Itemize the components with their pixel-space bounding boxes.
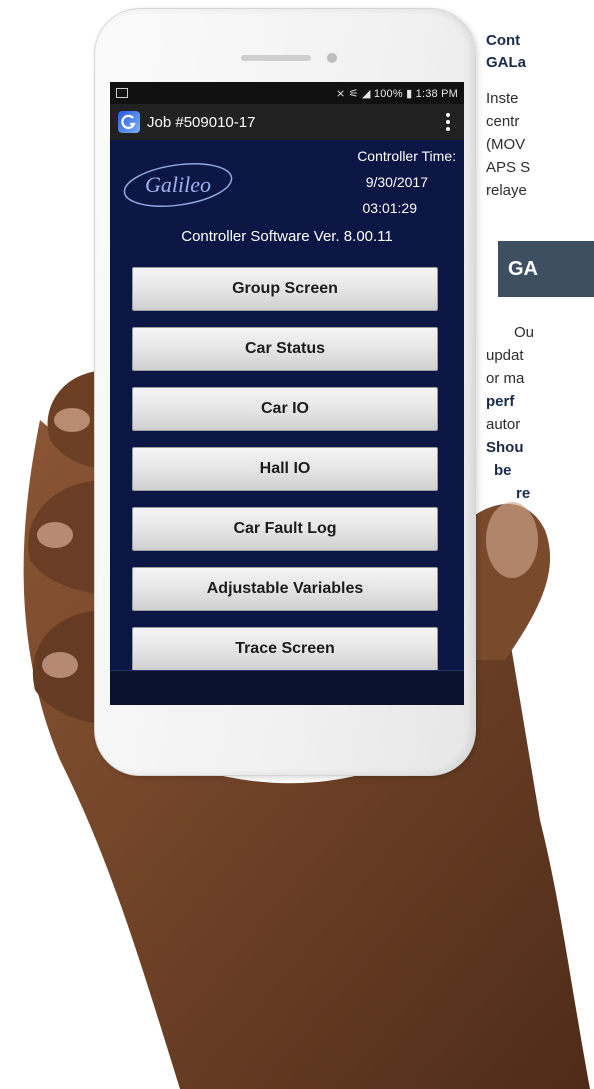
main-menu: Group Screen Car Status Car IO Hall IO C… <box>132 267 438 687</box>
software-version: Controller Software Ver. 8.00.11 <box>181 228 393 245</box>
group-screen-button[interactable]: Group Screen <box>132 267 438 311</box>
earpiece-speaker <box>241 55 311 61</box>
status-indicators: ⨯ ⚟ ◢ 100% ▮ 1:38 PM <box>336 87 458 100</box>
controller-clock: 03:01:29 <box>362 200 418 216</box>
status-bar: ⨯ ⚟ ◢ 100% ▮ 1:38 PM <box>110 82 464 104</box>
side-line: Shou <box>486 439 524 456</box>
car-fault-log-button[interactable]: Car Fault Log <box>132 507 438 551</box>
controller-date: 9/30/2017 <box>365 174 428 190</box>
side-line: GALa <box>486 54 527 71</box>
notification-icon <box>116 88 128 98</box>
phone-screen: ⨯ ⚟ ◢ 100% ▮ 1:38 PM Job #509010-17 Gali… <box>110 82 464 705</box>
galileo-logo-text: Galileo <box>145 172 211 197</box>
side-line: or ma <box>486 370 525 387</box>
trace-screen-button[interactable]: Trace Screen <box>132 627 438 671</box>
action-bar: Job #509010-17 <box>110 104 464 140</box>
side-line: re <box>516 485 531 502</box>
side-line: Cont <box>486 32 521 49</box>
side-line: Ou <box>514 324 535 341</box>
galileo-logo: Galileo <box>123 163 233 207</box>
side-line: be <box>494 462 512 479</box>
side-line: autor <box>486 416 521 433</box>
job-title: Job #509010-17 <box>147 113 256 131</box>
screen-bottom-bar <box>110 670 464 705</box>
side-line: APS S <box>486 159 531 176</box>
overflow-menu-icon[interactable] <box>440 109 456 135</box>
side-line: perf <box>486 393 515 410</box>
car-io-button[interactable]: Car IO <box>132 387 438 431</box>
front-camera <box>327 53 337 63</box>
side-line: centr <box>486 113 520 130</box>
side-line: Inste <box>486 90 519 107</box>
side-line: (MOV <box>486 136 526 153</box>
side-line: updat <box>486 347 524 364</box>
car-status-button[interactable]: Car Status <box>132 327 438 371</box>
adjustable-variables-button[interactable]: Adjustable Variables <box>132 567 438 611</box>
controller-time-label: Controller Time: <box>357 148 456 164</box>
hall-io-button[interactable]: Hall IO <box>132 447 438 491</box>
side-line: relaye <box>486 182 527 199</box>
app-logo-icon <box>118 111 140 133</box>
side-article: Cont GALa Inste centr (MOV APS S relaye … <box>486 0 594 1089</box>
controller-info: Galileo Controller Time: 9/30/2017 03:01… <box>110 140 464 270</box>
section-heading: GA <box>498 241 594 297</box>
